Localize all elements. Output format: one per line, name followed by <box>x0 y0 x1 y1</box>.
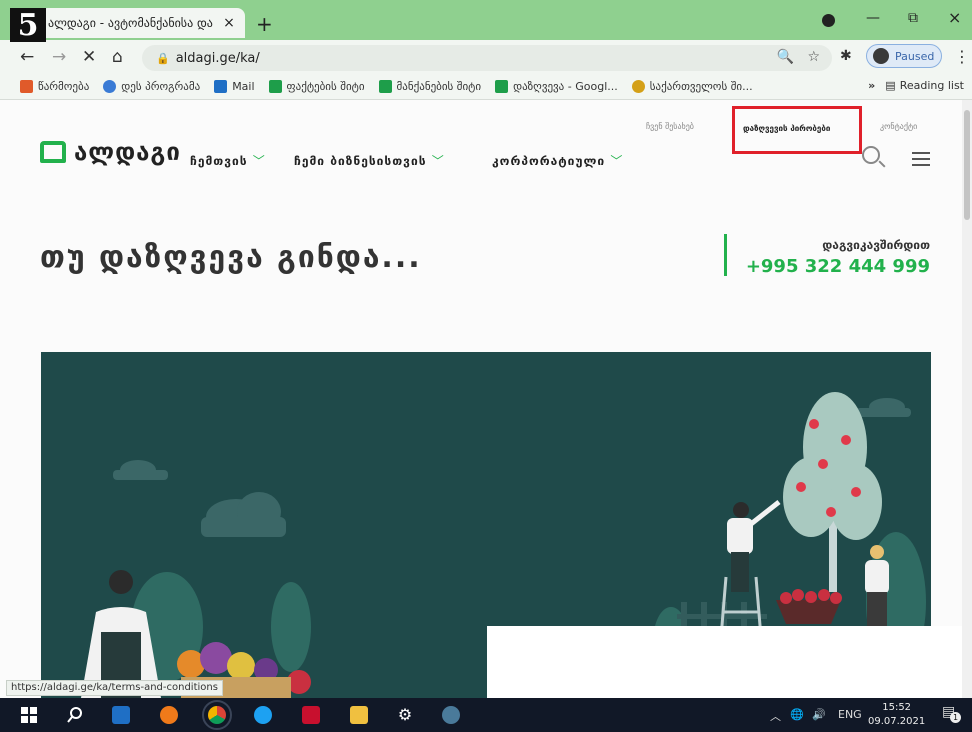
bookmark-item[interactable]: საქართველოს ში... <box>631 80 753 93</box>
browser-tab[interactable]: ალდაგი - ავტომანქანისა და × <box>40 8 245 38</box>
network-icon[interactable]: 🌐 <box>790 708 804 721</box>
logo-icon <box>40 141 66 163</box>
language-indicator[interactable]: ENG <box>838 708 862 721</box>
extensions-puzzle-icon[interactable]: ✱ <box>840 48 852 64</box>
browser-menu-icon[interactable]: ⋮ <box>954 47 970 66</box>
chevron-down-icon: ﹀ <box>252 154 266 168</box>
page-headline: თუ დაზღვევა გინდა... <box>40 240 422 275</box>
overlay-panel <box>487 626 963 698</box>
hamburger-menu-icon[interactable] <box>912 152 930 170</box>
web-page: ჩვენ შესახებ დაზღვევის პირობები კონტაქტი… <box>0 100 962 698</box>
home-icon[interactable]: ⌂ <box>112 47 123 67</box>
address-bar[interactable]: 🔒 aldagi.ge/ka/ 🔍 ☆ <box>142 45 832 71</box>
zoom-and-bookmark-icons[interactable]: 🔍 ☆ <box>777 49 820 65</box>
nav-item-corporate[interactable]: კორპორატიული ﹀ <box>492 152 623 169</box>
profile-paused-button[interactable]: Paused <box>866 44 942 68</box>
nav-item-personal[interactable]: ჩემთვის ﹀ <box>190 152 266 169</box>
contact-link[interactable]: კონტაქტი <box>880 122 917 131</box>
outlook-icon <box>214 80 228 93</box>
address-url: aldagi.ge/ka/ <box>175 50 260 66</box>
browser-tab-strip: 5 ალდაგი - ავტომანქანისა და × + — ⧉ × <box>0 0 972 43</box>
scrollbar-thumb[interactable] <box>964 110 970 220</box>
bookmarks-overflow: » ▤ Reading list <box>868 79 964 92</box>
avatar <box>873 48 889 64</box>
search-icon[interactable] <box>66 706 84 724</box>
wheelbarrow-icon <box>776 589 842 624</box>
site-logo[interactable]: ალდაგი <box>40 138 181 166</box>
tab-close-icon[interactable]: × <box>221 15 237 31</box>
lock-icon: 🔒 <box>156 51 170 65</box>
chevron-down-icon: ﹀ <box>431 154 445 168</box>
forward-arrow-icon[interactable]: → <box>52 47 66 67</box>
logo-text: ალდაგი <box>74 138 181 166</box>
search-icon[interactable] <box>862 146 880 164</box>
chrome-icon[interactable] <box>202 700 232 730</box>
terms-link[interactable]: დაზღვევის პირობები <box>743 124 830 133</box>
recording-icon <box>822 14 835 27</box>
chevron-down-icon: ﹀ <box>610 154 624 168</box>
new-tab-button[interactable]: + <box>256 12 273 36</box>
acrobat-icon[interactable] <box>302 706 320 724</box>
reading-list-button[interactable]: Reading list <box>900 79 964 92</box>
bookmark-favicon-icon <box>20 80 33 93</box>
clock-date: 09.07.2021 <box>868 716 926 727</box>
divider <box>724 234 727 276</box>
contact-label: დაგვიკავშირდით <box>822 238 930 252</box>
chevron-up-icon[interactable]: ︿ <box>770 708 781 724</box>
sheets-icon <box>378 80 392 93</box>
more-bookmarks-button[interactable]: » <box>868 79 875 92</box>
clock-time: 15:52 <box>882 702 912 713</box>
profile-status-label: Paused <box>895 49 935 63</box>
paint-icon[interactable] <box>442 706 460 724</box>
file-explorer-icon[interactable] <box>350 706 368 724</box>
stop-loading-icon[interactable]: ✕ <box>82 47 96 67</box>
phone-number[interactable]: +995 322 444 999 <box>746 256 930 277</box>
nav-item-business[interactable]: ჩემი ბიზნესისთვის ﹀ <box>294 152 445 169</box>
farmer-on-ladder <box>727 500 781 592</box>
skype-icon[interactable] <box>254 706 272 724</box>
clock[interactable]: 15:52 09.07.2021 <box>868 701 925 729</box>
notifications-icon[interactable]: ▤ 1 <box>942 704 961 723</box>
reading-list-icon: ▤ <box>885 79 896 92</box>
bookmark-item[interactable]: მანქანების შიტი <box>378 80 481 93</box>
close-window-button[interactable]: × <box>948 8 961 27</box>
volume-icon[interactable]: 🔊 <box>812 708 826 721</box>
bookmark-item[interactable]: წარმოება <box>20 80 89 93</box>
minimize-button[interactable]: — <box>866 10 880 26</box>
windows-taskbar: ⚙ ︿ 🌐 🔊 ENG 15:52 09.07.2021 ▤ 1 <box>0 698 972 732</box>
browser-toolbar: ← → ✕ ⌂ 🔒 aldagi.ge/ka/ 🔍 ☆ ✱ Paused ⋮ <box>0 40 972 74</box>
bookmark-favicon-icon <box>103 80 117 93</box>
page-scrollbar[interactable] <box>962 100 972 698</box>
link-hover-status: https://aldagi.ge/ka/terms-and-condition… <box>6 680 223 696</box>
outlook-icon[interactable] <box>112 706 130 724</box>
bookmark-item[interactable]: Mail <box>214 80 255 93</box>
bookmark-favicon-icon <box>631 80 645 93</box>
tab-title: ალდაგი - ავტომანქანისა და <box>48 16 213 30</box>
windows-start-icon[interactable] <box>20 706 38 724</box>
terms-link-highlight[interactable]: დაზღვევის პირობები <box>732 106 862 154</box>
sheets-icon <box>495 80 509 93</box>
settings-gear-icon[interactable]: ⚙ <box>396 706 414 724</box>
bookmark-item[interactable]: დაზღვევა - Googl... <box>495 80 618 93</box>
bookmarks-bar: წარმოება დეს პროგრამა Mail ფაქტების შიტი… <box>0 74 972 100</box>
bookmark-item[interactable]: ფაქტების შიტი <box>268 80 365 93</box>
firefox-icon[interactable] <box>160 706 178 724</box>
about-link[interactable]: ჩვენ შესახებ <box>646 122 694 131</box>
back-arrow-icon[interactable]: ← <box>20 47 34 67</box>
sheets-icon <box>268 80 282 93</box>
bookmark-item[interactable]: დეს პროგრამა <box>103 80 200 93</box>
step-number-badge: 5 <box>10 8 46 43</box>
notification-count: 1 <box>950 712 961 723</box>
maximize-button[interactable]: ⧉ <box>908 10 918 26</box>
